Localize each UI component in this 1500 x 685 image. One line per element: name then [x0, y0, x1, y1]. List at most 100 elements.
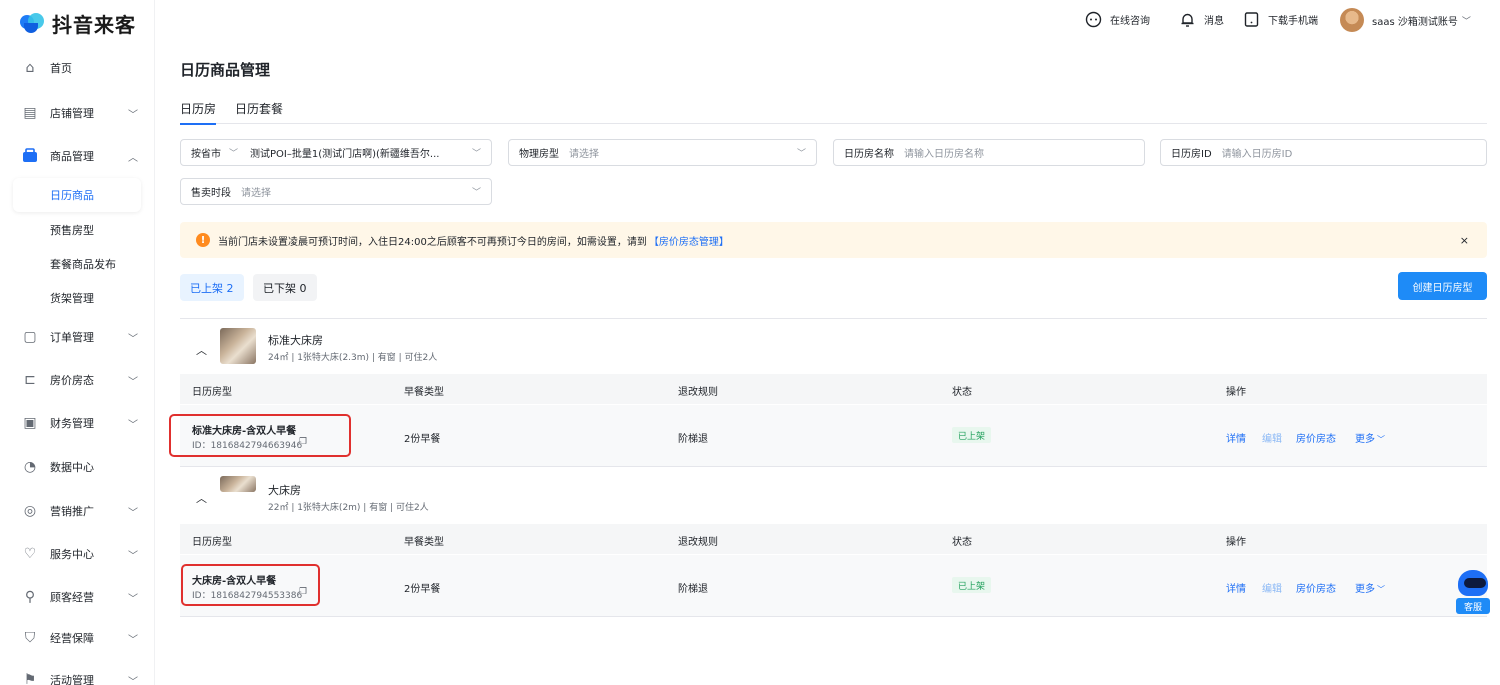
sale-period-select[interactable]: 售卖时段 请选择 ﹀	[180, 178, 492, 205]
sidebar-item-home[interactable]: ⌂ 首页	[0, 50, 155, 86]
download-app-label: 下载手机端	[1268, 16, 1318, 27]
sidebar-item-label: 顾客经营	[50, 591, 94, 604]
room-id: ID：1816842794663946	[192, 441, 303, 451]
edit-link[interactable]: 编辑	[1262, 430, 1282, 445]
room-id-placeholder: 请输入日历房ID	[1221, 149, 1293, 160]
account-menu[interactable]: saas 沙箱测试账号 ﹀	[1340, 8, 1471, 32]
room-name-field[interactable]: 日历房名称 请输入日历房名称	[833, 139, 1145, 166]
edit-link[interactable]: 编辑	[1262, 580, 1282, 595]
sidebar-item-label: 服务中心	[50, 548, 94, 561]
sidebar-item-activities[interactable]: ⚑ 活动管理 ﹀	[0, 662, 155, 685]
column-header: 早餐类型	[404, 537, 444, 548]
sidebar-item-label: 首页	[50, 62, 72, 75]
page-title: 日历商品管理	[180, 61, 271, 79]
unlisted-tab[interactable]: 已下架 0	[253, 274, 317, 301]
room-price-link[interactable]: 【房价房态管理】	[649, 233, 729, 248]
chevron-down-icon: ﹀	[1377, 435, 1385, 444]
sidebar-subitem-label: 套餐商品发布	[50, 258, 116, 271]
column-header: 退改规则	[678, 387, 718, 398]
warning-notice: ! 当前门店未设置凌晨可预订时间，入住日24:00之后顾客不可再预订今日的房间，…	[180, 222, 1487, 258]
chat-icon	[1085, 11, 1102, 28]
sidebar-subitem-package-publish[interactable]: 套餐商品发布	[13, 247, 141, 281]
sidebar-subitem-presale[interactable]: 预售房型	[13, 213, 141, 247]
sidebar-item-label: 财务管理	[50, 417, 94, 430]
breakfast-type: 2份早餐	[404, 434, 441, 445]
tab-calendar-package[interactable]: 日历套餐	[235, 100, 283, 123]
column-header: 状态	[952, 387, 972, 398]
sidebar-item-finance[interactable]: ▣ 财务管理 ﹀	[0, 405, 155, 441]
room-price-status-link[interactable]: 房价房态	[1296, 580, 1336, 595]
column-header: 日历房型	[192, 387, 232, 398]
chevron-down-icon: ﹀	[128, 109, 138, 121]
customer-service-widget[interactable]: 客服	[1456, 570, 1490, 614]
sidebar: 抖音来客 ⌂ 首页 ▤ 店铺管理 ﹀ 商品管理 ︿ 日历商品 预售房型 套餐商品…	[0, 0, 155, 685]
refund-rule: 阶梯退	[678, 584, 708, 595]
customer-service-label: 客服	[1456, 598, 1490, 614]
detail-link[interactable]: 详情	[1226, 430, 1246, 445]
collapse-icon[interactable]: ︿	[196, 342, 207, 358]
chevron-down-icon: ﹀	[1377, 585, 1385, 594]
messages-label: 消息	[1204, 16, 1224, 27]
sidebar-item-marketing[interactable]: ◎ 营销推广 ﹀	[0, 493, 155, 529]
copy-icon[interactable]: ❐	[299, 587, 307, 597]
tab-calendar-room[interactable]: 日历房	[180, 100, 217, 125]
close-icon[interactable]: ×	[1460, 234, 1469, 247]
app-name: 抖音来客	[52, 12, 136, 37]
sidebar-item-orders[interactable]: ▢ 订单管理 ﹀	[0, 319, 155, 355]
sidebar-subitem-label: 预售房型	[50, 224, 94, 237]
breakfast-type: 2份早餐	[404, 584, 441, 595]
top-header: 在线咨询 消息 下载手机端 saas 沙箱测试账号 ﹀	[155, 0, 1500, 40]
room-name-label: 日历房名称	[844, 149, 894, 160]
chevron-down-icon: ﹀	[128, 419, 138, 431]
room-type-placeholder: 请选择	[569, 149, 599, 160]
more-dropdown[interactable]: 更多 ﹀	[1355, 580, 1385, 595]
chevron-down-icon: ﹀	[128, 333, 138, 345]
listed-tab[interactable]: 已上架 2	[180, 274, 244, 301]
copy-icon[interactable]: ❐	[299, 437, 307, 447]
sidebar-item-label: 订单管理	[50, 331, 94, 344]
shield-icon: ⛉	[24, 630, 36, 646]
app-logo[interactable]: 抖音来客	[18, 10, 136, 37]
chevron-down-icon: ﹀	[128, 376, 138, 388]
detail-link[interactable]: 详情	[1226, 580, 1246, 595]
robot-icon	[1458, 570, 1488, 596]
chevron-down-icon: ﹀	[1461, 16, 1471, 27]
region-filter[interactable]: 按省市 ﹀ 测试POI–批量1(测试门店啊)(新疆维吾尔... ﹀	[180, 139, 492, 166]
refund-rule: 阶梯退	[678, 434, 708, 445]
chevron-down-icon: ﹀	[128, 634, 138, 646]
collapse-icon[interactable]: ︿	[196, 490, 207, 506]
room-type-select[interactable]: 物理房型 请选择 ﹀	[508, 139, 817, 166]
sidebar-item-label: 数据中心	[50, 461, 94, 474]
status-badge: 已上架	[952, 577, 992, 593]
sidebar-item-room-price[interactable]: ⊏ 房价房态 ﹀	[0, 362, 155, 398]
bell-icon	[1179, 11, 1196, 28]
marketing-icon: ◎	[23, 503, 37, 519]
divider	[180, 318, 1487, 319]
chevron-down-icon: ﹀	[796, 149, 806, 159]
more-dropdown[interactable]: 更多 ﹀	[1355, 430, 1385, 445]
sidebar-subitem-calendar-goods[interactable]: 日历商品	[13, 178, 141, 212]
create-calendar-room-button[interactable]: 创建日历房型	[1398, 272, 1487, 300]
home-icon: ⌂	[25, 60, 35, 76]
messages-button[interactable]: 消息	[1179, 11, 1224, 28]
account-name: saas 沙箱测试账号	[1372, 16, 1458, 28]
sidebar-item-data[interactable]: ◔ 数据中心	[0, 449, 155, 485]
sale-period-placeholder: 请选择	[241, 188, 271, 199]
room-id-field[interactable]: 日历房ID 请输入日历房ID	[1160, 139, 1487, 166]
logo-icon	[18, 11, 46, 35]
mobile-icon	[1243, 11, 1260, 28]
region-filter-value: 测试POI–批量1(测试门店啊)(新疆维吾尔...	[250, 149, 440, 160]
download-app-button[interactable]: 下载手机端	[1243, 11, 1318, 28]
sidebar-subitem-shelf[interactable]: 货架管理	[13, 281, 141, 315]
sale-period-label: 售卖时段	[191, 188, 231, 199]
sidebar-item-store[interactable]: ▤ 店铺管理 ﹀	[0, 95, 155, 131]
chevron-down-icon: ﹀	[471, 149, 481, 159]
sidebar-item-service[interactable]: ♡ 服务中心 ﹀	[0, 536, 155, 572]
chevron-down-icon: ﹀	[128, 593, 138, 605]
sidebar-item-guarantee[interactable]: ⛉ 经营保障 ﹀	[0, 620, 155, 656]
sidebar-item-goods[interactable]: 商品管理 ︿	[0, 138, 155, 174]
room-price-status-link[interactable]: 房价房态	[1296, 430, 1336, 445]
sidebar-item-customers[interactable]: ⚲ 顾客经营 ﹀	[0, 579, 155, 615]
online-consult-button[interactable]: 在线咨询	[1085, 11, 1150, 28]
goods-icon	[22, 148, 38, 164]
